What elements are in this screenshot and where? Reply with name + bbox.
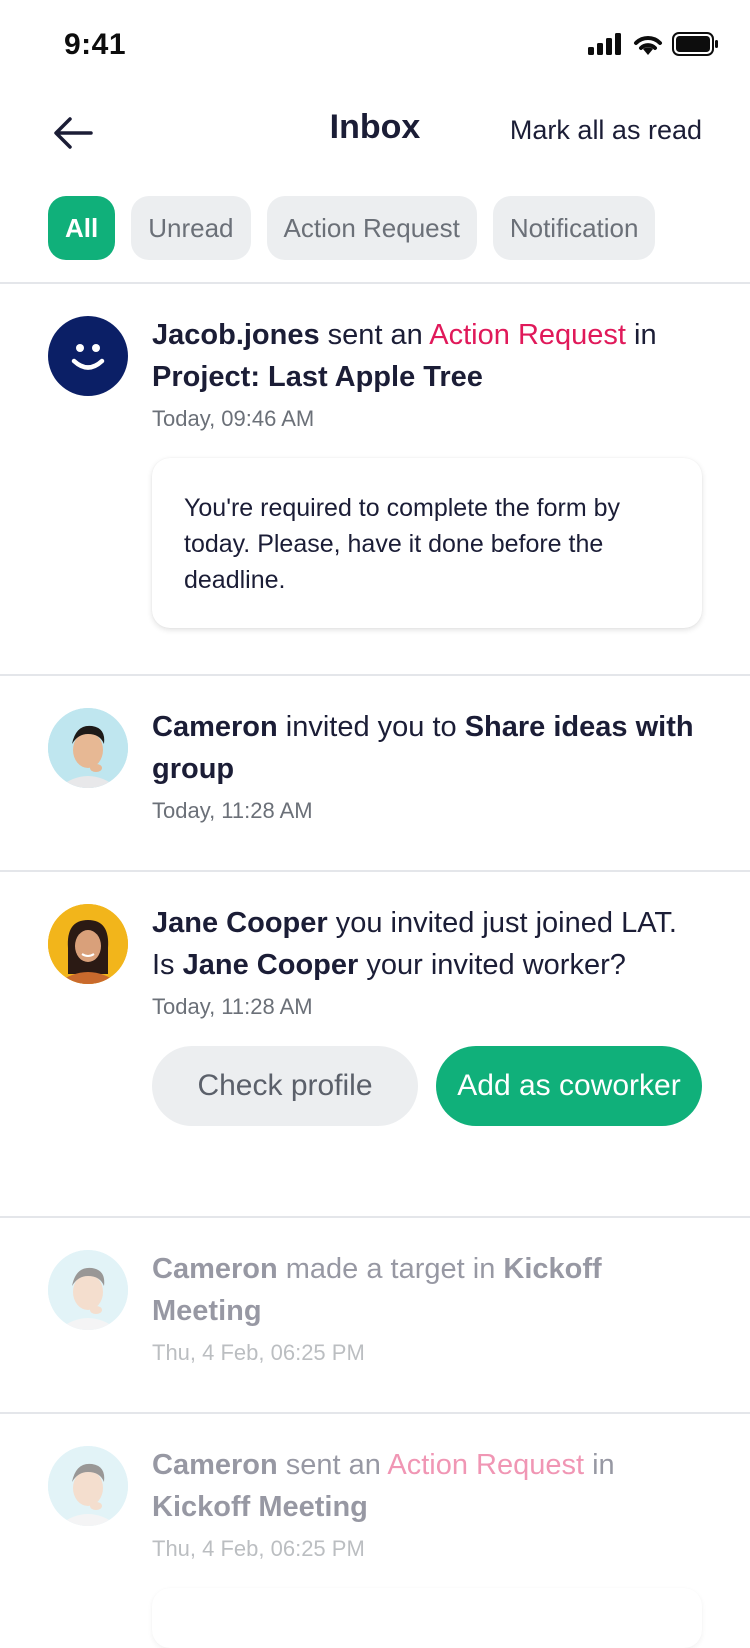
notification-message: Jane Cooper you invited just joined LAT.… [152, 902, 702, 986]
filter-tabs: All Unread Action Request Notification [48, 196, 656, 260]
message-text: made a target in [277, 1253, 504, 1285]
status-bar: 9:41 [0, 0, 750, 90]
message-text: sent an [277, 1449, 388, 1481]
target-name: Project: Last Apple Tree [152, 361, 483, 393]
avatar [48, 904, 128, 984]
avatar [48, 1250, 128, 1330]
wifi-icon [634, 36, 662, 55]
smiley-icon [71, 344, 105, 370]
header: Inbox Mark all as read [0, 90, 750, 190]
timestamp: Today, 09:46 AM [152, 406, 315, 431]
timestamp: Thu, 4 Feb, 06:25 PM [152, 1340, 365, 1365]
notification-content: Jane Cooper you invited just joined LAT.… [152, 902, 702, 1126]
message-text: in [584, 1449, 615, 1481]
person-avatar-icon [48, 1446, 128, 1526]
notification-content: Cameron made a target in Kickoff Meeting… [152, 1248, 702, 1366]
status-icons [588, 32, 718, 56]
status-time: 9:41 [64, 28, 127, 61]
notification-item[interactable]: Jacob.jones sent an Action Request in Pro… [0, 284, 750, 674]
tab-notification[interactable]: Notification [492, 196, 656, 260]
timestamp: Today, 11:28 AM [152, 994, 313, 1019]
avatar [48, 708, 128, 788]
actor-name: Jane Cooper [152, 907, 328, 939]
actor-name: Cameron [152, 1253, 278, 1285]
battery-icon [672, 32, 718, 56]
actor-name: Cameron [152, 711, 278, 743]
notification-item[interactable]: Cameron sent an Action Request in Kickoff… [0, 1414, 750, 1648]
avatar [48, 316, 128, 396]
notification-message: Cameron sent an Action Request in Kickoff… [152, 1444, 702, 1528]
message-text: in [625, 319, 657, 351]
add-as-coworker-button[interactable]: Add as coworker [436, 1046, 702, 1126]
mark-all-read-button[interactable]: Mark all as read [510, 115, 702, 146]
message-text: sent an [319, 319, 430, 351]
check-profile-button[interactable]: Check profile [152, 1046, 418, 1126]
notification-content: Jacob.jones sent an Action Request in Pro… [152, 314, 702, 628]
notification-message: Jacob.jones sent an Action Request in Pro… [152, 314, 702, 398]
actor-name: Jane Cooper [182, 949, 359, 981]
tab-all[interactable]: All [48, 196, 116, 260]
avatar [48, 1446, 128, 1526]
timestamp: Thu, 4 Feb, 06:25 PM [152, 1536, 365, 1561]
actor-name: Jacob.jones [152, 319, 320, 351]
notification-content: Cameron sent an Action Request in Kickoff… [152, 1444, 702, 1648]
notification-item[interactable]: Jane Cooper you invited just joined LAT.… [0, 872, 750, 1216]
message-text: your invited worker? [358, 949, 626, 981]
actor-name: Cameron [152, 1449, 278, 1481]
note-card: You're required to complete the form by … [152, 458, 702, 628]
notification-item[interactable]: Cameron made a target in Kickoff Meeting… [0, 1218, 750, 1412]
tab-unread[interactable]: Unread [131, 196, 251, 260]
action-request-link[interactable]: Action Request [387, 1449, 584, 1481]
notification-actions: Check profile Add as coworker [152, 1046, 702, 1126]
note-card [152, 1588, 702, 1648]
person-avatar-icon [48, 708, 128, 788]
person-avatar-icon [48, 1250, 128, 1330]
notification-message: Cameron made a target in Kickoff Meeting [152, 1248, 702, 1332]
action-request-link[interactable]: Action Request [429, 319, 626, 351]
cellular-signal-icon [588, 33, 621, 55]
tab-action-request[interactable]: Action Request [266, 196, 477, 260]
timestamp: Today, 11:28 AM [152, 798, 313, 823]
target-name: Kickoff Meeting [152, 1491, 368, 1523]
notification-item[interactable]: Cameron invited you to Share ideas with … [0, 676, 750, 870]
person-avatar-icon [48, 904, 128, 984]
notification-content: Cameron invited you to Share ideas with … [152, 706, 702, 824]
notification-message: Cameron invited you to Share ideas with … [152, 706, 702, 790]
message-text: invited you to [277, 711, 465, 743]
